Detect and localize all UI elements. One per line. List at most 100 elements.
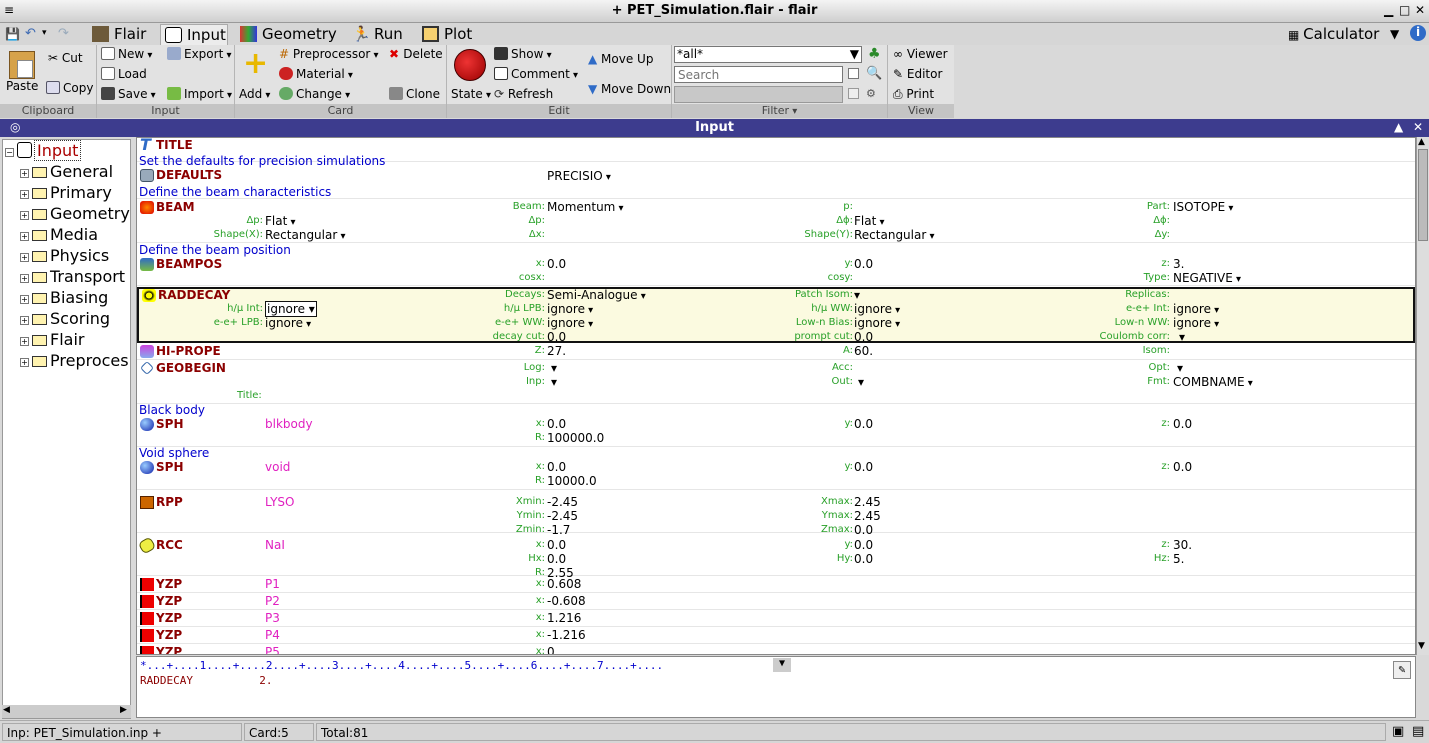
expand-icon[interactable]: + bbox=[20, 169, 29, 178]
prompt-cut-field[interactable]: 0.0 bbox=[854, 330, 873, 344]
panel-close-icon[interactable]: ✕ bbox=[1413, 120, 1423, 134]
editor-vertical-scrollbar[interactable]: ▲ ▼ bbox=[1416, 137, 1429, 655]
copy-button[interactable]: Copy bbox=[46, 79, 93, 97]
delete-button[interactable]: ✖ Delete bbox=[389, 45, 443, 63]
card-sph-void[interactable]: Void sphere SPH void x: 0.0 y: 0.0 z: 0.… bbox=[137, 446, 1415, 490]
maximize-icon[interactable]: □ bbox=[1399, 3, 1410, 17]
search-icon[interactable]: 🔍 bbox=[866, 66, 882, 81]
import-button[interactable]: Import bbox=[167, 85, 232, 103]
card-text-view[interactable]: *...+....1....+....2....+....3....+....4… bbox=[136, 656, 1416, 718]
expand-icon[interactable]: + bbox=[20, 253, 29, 262]
collapse-icon[interactable]: − bbox=[5, 148, 14, 157]
body-name[interactable]: blkbody bbox=[265, 417, 313, 431]
clone-button[interactable]: Clone bbox=[389, 85, 440, 103]
rcc-hz[interactable]: 5. bbox=[1173, 552, 1184, 566]
rpp-xmax[interactable]: 2.45 bbox=[854, 495, 881, 509]
beampos-y[interactable]: 0.0 bbox=[854, 257, 873, 271]
card-yzp[interactable]: YZP P3 x: 1.216 bbox=[137, 610, 1415, 627]
beampos-type-select[interactable]: NEGATIVE bbox=[1173, 271, 1241, 285]
expand-icon[interactable]: + bbox=[20, 211, 29, 220]
card-geobegin[interactable]: GEOBEGIN Log: ▾ Acc: Opt: ▾ Inp: ▾ Out: … bbox=[137, 360, 1415, 404]
tree-item-scoring[interactable]: + Scoring bbox=[20, 308, 110, 329]
body-name[interactable]: P2 bbox=[265, 594, 280, 608]
editor-button[interactable]: ✎ Editor bbox=[893, 65, 942, 83]
rcc-z[interactable]: 30. bbox=[1173, 538, 1192, 552]
ee-ww-select[interactable]: ignore bbox=[547, 316, 593, 330]
rcc-x[interactable]: 0.0 bbox=[547, 538, 566, 552]
undo-icon[interactable]: ↶ bbox=[25, 26, 36, 41]
tab-geometry[interactable]: Geometry bbox=[236, 24, 340, 45]
tree-item-preproces[interactable]: + Preproces bbox=[20, 350, 129, 371]
change-button[interactable]: Change bbox=[279, 85, 350, 103]
save-quick-icon[interactable]: 💾 bbox=[5, 27, 20, 41]
card-rpp[interactable]: RPP LYSO Xmin: -2.45 Xmax: 2.45 Ymin: -2… bbox=[137, 490, 1415, 537]
sph-r[interactable]: 100000.0 bbox=[547, 431, 604, 445]
rpp-ymax[interactable]: 2.45 bbox=[854, 509, 881, 523]
rpp-xmin[interactable]: -2.45 bbox=[547, 495, 578, 509]
comment-button[interactable]: Comment bbox=[494, 65, 578, 83]
hmu-int-select[interactable]: ignore ▾ bbox=[265, 301, 317, 317]
card-sph-blkbody[interactable]: Black body SPH blkbody x: 0.0 y: 0.0 z: … bbox=[137, 403, 1415, 447]
ee-int-select[interactable]: ignore bbox=[1173, 302, 1219, 316]
hi-prope-a[interactable]: 60. bbox=[854, 344, 873, 358]
close-icon[interactable]: ✕ bbox=[1415, 3, 1425, 17]
card-beampos[interactable]: BEAMPOS x: 0.0 y: 0.0 z: 3. cosx: cosy: … bbox=[137, 257, 1415, 286]
card-defaults[interactable]: DEFAULTS PRECISIO Define the beam charac… bbox=[137, 168, 1415, 199]
export-button[interactable]: Export bbox=[167, 45, 231, 63]
comment-text[interactable]: Void sphere bbox=[139, 446, 209, 460]
body-name[interactable]: P4 bbox=[265, 628, 280, 642]
new-button[interactable]: New bbox=[101, 45, 152, 63]
tree-item-primary[interactable]: + Primary bbox=[20, 182, 112, 203]
body-name[interactable]: void bbox=[265, 460, 290, 474]
filter-checkbox-2[interactable] bbox=[848, 88, 859, 99]
tree-item-physics[interactable]: + Physics bbox=[20, 245, 109, 266]
filter-run-icon[interactable]: ♣ bbox=[868, 46, 881, 62]
filter-combo[interactable]: *all* ▼ bbox=[674, 46, 862, 63]
material-button[interactable]: Material bbox=[279, 65, 353, 83]
refresh-button[interactable]: ⟳ Refresh bbox=[494, 85, 553, 103]
low-n-bias-select[interactable]: ignore bbox=[854, 316, 900, 330]
sph-z[interactable]: 0.0 bbox=[1173, 417, 1192, 431]
log-select[interactable]: ▾ bbox=[551, 361, 557, 375]
sph-x[interactable]: 0.0 bbox=[547, 460, 566, 474]
opt-select[interactable]: ▾ bbox=[1177, 361, 1183, 375]
tree-item-geometry[interactable]: + Geometry bbox=[20, 203, 130, 224]
tree-root-input[interactable]: − Input bbox=[5, 140, 82, 161]
state-icon[interactable] bbox=[454, 49, 486, 81]
edit-pencil-icon[interactable]: ✎ bbox=[1393, 661, 1411, 679]
calculator-button[interactable]: ▦ Calculator bbox=[1288, 24, 1379, 45]
card-hi-prope[interactable]: HI-PROPE Z: 27. A: 60. Isom: bbox=[137, 344, 1415, 360]
load-button[interactable]: Load bbox=[101, 65, 147, 83]
show-button[interactable]: Show bbox=[494, 45, 552, 63]
inp-select[interactable]: ▾ bbox=[551, 375, 557, 389]
ruler-menu-icon[interactable]: ▼ bbox=[773, 658, 791, 672]
terminal-icon[interactable]: ▣ bbox=[1392, 724, 1404, 739]
expand-icon[interactable]: + bbox=[20, 190, 29, 199]
rpp-ymin[interactable]: -2.45 bbox=[547, 509, 578, 523]
card-yzp[interactable]: YZP P4 x: -1.216 bbox=[137, 627, 1415, 644]
minimize-icon[interactable]: ▁ bbox=[1384, 3, 1393, 17]
tree-item-general[interactable]: + General bbox=[20, 161, 113, 182]
low-n-ww-select[interactable]: ignore bbox=[1173, 316, 1219, 330]
yzp-x[interactable]: 0.608 bbox=[547, 577, 581, 591]
tree-item-biasing[interactable]: + Biasing bbox=[20, 287, 108, 308]
yzp-x[interactable]: 1.216 bbox=[547, 611, 581, 625]
filter-options-icon[interactable]: ⚙ bbox=[866, 87, 876, 100]
body-name[interactable]: LYSO bbox=[265, 495, 294, 509]
hmu-ww-select[interactable]: ignore bbox=[854, 302, 900, 316]
expand-icon[interactable]: + bbox=[20, 358, 29, 367]
dphi-select[interactable]: Flat bbox=[854, 214, 885, 228]
scroll-down-icon[interactable]: ▼ bbox=[1418, 641, 1425, 651]
state-button[interactable]: State bbox=[451, 85, 491, 103]
comment-text[interactable]: Black body bbox=[139, 403, 205, 417]
tree-item-flair[interactable]: + Flair bbox=[20, 329, 84, 350]
raw-card-line[interactable]: RADDECAY 2. bbox=[140, 674, 272, 687]
sph-r[interactable]: 10000.0 bbox=[547, 474, 597, 488]
beampos-x[interactable]: 0.0 bbox=[547, 257, 566, 271]
patch-isom-select[interactable]: ▾ bbox=[854, 288, 860, 302]
body-name[interactable]: P1 bbox=[265, 577, 280, 591]
body-name[interactable]: P3 bbox=[265, 611, 280, 625]
yzp-x[interactable]: -1.216 bbox=[547, 628, 586, 642]
card-rcc[interactable]: RCC NaI x: 0.0 y: 0.0 z: 30. Hx: 0.0 Hy:… bbox=[137, 533, 1415, 580]
comment-text[interactable]: Define the beam position bbox=[139, 243, 291, 257]
